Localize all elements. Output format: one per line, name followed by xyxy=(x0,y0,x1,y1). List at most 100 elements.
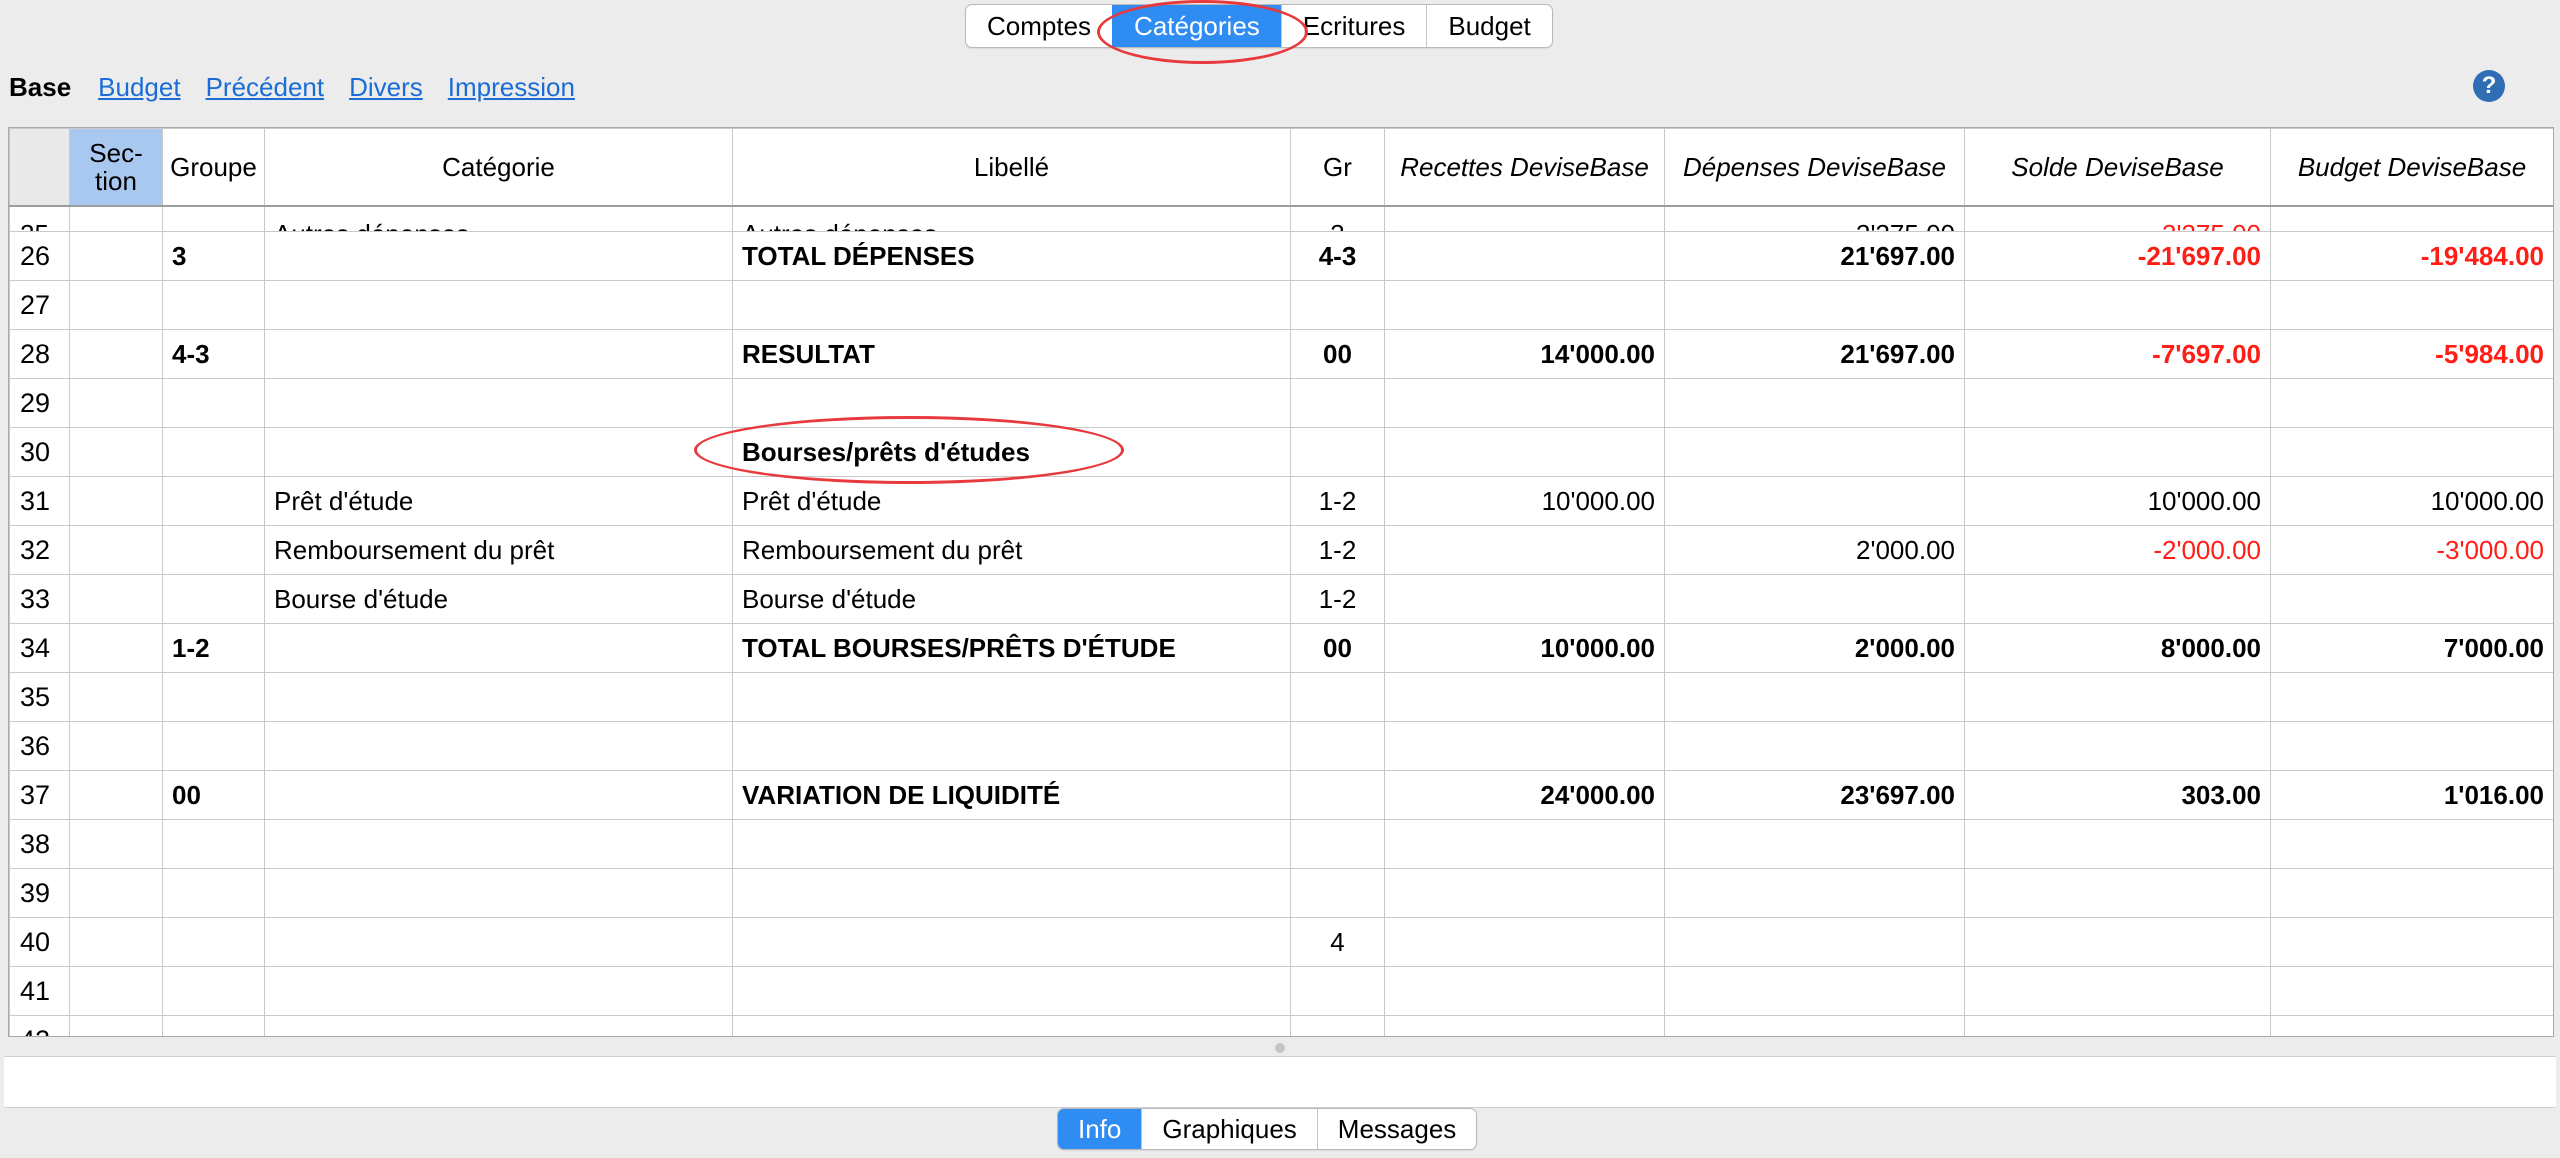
row-number[interactable]: 36 xyxy=(9,721,70,771)
cell-depenses[interactable] xyxy=(1664,917,1965,967)
cell-libelle[interactable] xyxy=(732,1015,1291,1036)
help-icon[interactable]: ? xyxy=(2473,70,2505,102)
cell-section[interactable] xyxy=(69,966,163,1016)
cell-solde[interactable] xyxy=(1964,917,2271,967)
cell-categorie[interactable] xyxy=(264,917,733,967)
cell-solde[interactable] xyxy=(1964,672,2271,722)
cell-groupe[interactable] xyxy=(162,476,265,526)
cell-section[interactable] xyxy=(69,525,163,575)
row-number[interactable]: 31 xyxy=(9,476,70,526)
cell-recettes[interactable] xyxy=(1384,917,1665,967)
cell-recettes[interactable] xyxy=(1384,525,1665,575)
cell-section[interactable] xyxy=(69,721,163,771)
cell-groupe[interactable] xyxy=(162,1015,265,1036)
cell-depenses[interactable] xyxy=(1664,868,1965,918)
cell-section[interactable] xyxy=(69,917,163,967)
cell-depenses[interactable] xyxy=(1664,966,1965,1016)
cell-section[interactable] xyxy=(69,476,163,526)
base-view-label[interactable]: Base xyxy=(9,72,71,103)
cell-categorie[interactable] xyxy=(264,231,733,281)
cell-libelle[interactable]: TOTAL BOURSES/PRÊTS D'ÉTUDE xyxy=(732,623,1291,673)
cell-libelle[interactable]: Bourse d'étude xyxy=(732,574,1291,624)
cell-libelle[interactable]: Prêt d'étude xyxy=(732,476,1291,526)
cell-budget[interactable] xyxy=(2270,1015,2553,1036)
cell-categorie[interactable] xyxy=(264,721,733,771)
cell-libelle[interactable] xyxy=(732,280,1291,330)
header-recettes[interactable]: Recettes DeviseBase xyxy=(1384,128,1665,207)
cell-categorie[interactable]: Prêt d'étude xyxy=(264,476,733,526)
cell-section[interactable] xyxy=(69,623,163,673)
cell-depenses[interactable]: 21'697.00 xyxy=(1664,329,1965,379)
cell-groupe[interactable] xyxy=(162,280,265,330)
cell-groupe[interactable]: 1-2 xyxy=(162,623,265,673)
header-budget[interactable]: Budget DeviseBase xyxy=(2270,128,2553,207)
row-number[interactable]: 29 xyxy=(9,378,70,428)
cell-gr[interactable] xyxy=(1290,868,1385,918)
cell-solde[interactable] xyxy=(1964,868,2271,918)
tab-cat-gories[interactable]: Catégories xyxy=(1112,5,1281,47)
cell-solde[interactable] xyxy=(1964,1015,2271,1036)
header-categorie[interactable]: Catégorie xyxy=(264,128,733,207)
cell-categorie[interactable] xyxy=(264,280,733,330)
cell-groupe[interactable]: 3 xyxy=(162,231,265,281)
link-budget[interactable]: Budget xyxy=(98,72,180,103)
cell-libelle[interactable] xyxy=(732,868,1291,918)
cell-budget[interactable] xyxy=(2270,205,2553,232)
cell-recettes[interactable] xyxy=(1384,868,1665,918)
row-number[interactable]: 39 xyxy=(9,868,70,918)
cell-budget[interactable] xyxy=(2270,868,2553,918)
cell-recettes[interactable] xyxy=(1384,721,1665,771)
cell-depenses[interactable] xyxy=(1664,574,1965,624)
cell-gr[interactable]: 4 xyxy=(1290,917,1385,967)
cell-gr[interactable]: 1-2 xyxy=(1290,525,1385,575)
cell-section[interactable] xyxy=(69,770,163,820)
bottom-tab-info[interactable]: Info xyxy=(1058,1109,1142,1149)
cell-gr[interactable] xyxy=(1290,819,1385,869)
cell-gr[interactable]: 00 xyxy=(1290,329,1385,379)
cell-libelle[interactable] xyxy=(732,819,1291,869)
cell-budget[interactable]: -3'000.00 xyxy=(2270,525,2553,575)
tab-ecritures[interactable]: Ecritures xyxy=(1280,5,1427,47)
cell-depenses[interactable]: 21'697.00 xyxy=(1664,231,1965,281)
row-number[interactable]: 37 xyxy=(9,770,70,820)
bottom-tab-messages[interactable]: Messages xyxy=(1316,1109,1476,1149)
cell-budget[interactable] xyxy=(2270,427,2553,477)
cell-recettes[interactable] xyxy=(1384,1015,1665,1036)
link-impression[interactable]: Impression xyxy=(448,72,575,103)
row-number[interactable]: 32 xyxy=(9,525,70,575)
row-number[interactable]: 30 xyxy=(9,427,70,477)
cell-categorie[interactable]: Autres dépenses xyxy=(264,205,733,232)
cell-section[interactable] xyxy=(69,427,163,477)
cell-section[interactable] xyxy=(69,231,163,281)
cell-solde[interactable] xyxy=(1964,721,2271,771)
cell-gr[interactable] xyxy=(1290,1015,1385,1036)
cell-gr[interactable] xyxy=(1290,280,1385,330)
cell-categorie[interactable]: Remboursement du prêt xyxy=(264,525,733,575)
cell-solde[interactable] xyxy=(1964,574,2271,624)
cell-libelle[interactable] xyxy=(732,378,1291,428)
cell-categorie[interactable] xyxy=(264,427,733,477)
cell-gr[interactable] xyxy=(1290,427,1385,477)
cell-recettes[interactable] xyxy=(1384,819,1665,869)
cell-recettes[interactable]: 14'000.00 xyxy=(1384,329,1665,379)
cell-groupe[interactable] xyxy=(162,672,265,722)
cell-budget[interactable] xyxy=(2270,917,2553,967)
row-number[interactable]: 35 xyxy=(9,672,70,722)
bottom-tab-graphiques[interactable]: Graphiques xyxy=(1141,1109,1316,1149)
cell-categorie[interactable]: Bourse d'étude xyxy=(264,574,733,624)
cell-depenses[interactable] xyxy=(1664,1015,1965,1036)
cell-libelle[interactable] xyxy=(732,721,1291,771)
cell-depenses[interactable] xyxy=(1664,476,1965,526)
row-number[interactable]: 27 xyxy=(9,280,70,330)
tab-budget[interactable]: Budget xyxy=(1426,5,1551,47)
cell-depenses[interactable] xyxy=(1664,280,1965,330)
cell-budget[interactable]: 7'000.00 xyxy=(2270,623,2553,673)
cell-budget[interactable] xyxy=(2270,378,2553,428)
cell-solde[interactable] xyxy=(1964,966,2271,1016)
cell-recettes[interactable] xyxy=(1384,672,1665,722)
cell-section[interactable] xyxy=(69,819,163,869)
header-libelle[interactable]: Libellé xyxy=(732,128,1291,207)
cell-libelle[interactable]: Bourses/prêts d'études xyxy=(732,427,1291,477)
cell-recettes[interactable] xyxy=(1384,280,1665,330)
cell-budget[interactable] xyxy=(2270,966,2553,1016)
